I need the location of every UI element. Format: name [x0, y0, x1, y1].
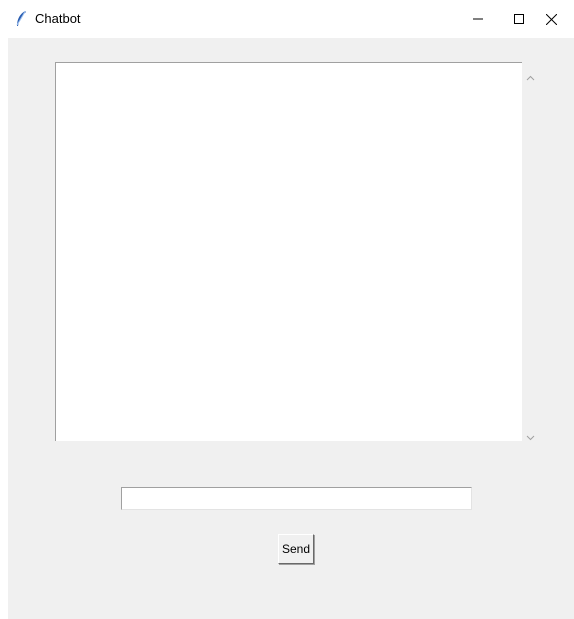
- send-button[interactable]: Send: [278, 534, 314, 564]
- minimize-icon: [473, 14, 483, 24]
- chevron-up-icon[interactable]: [526, 68, 535, 86]
- message-input[interactable]: [121, 487, 472, 510]
- maximize-icon: [514, 14, 524, 24]
- chevron-down-icon[interactable]: [526, 428, 535, 446]
- close-icon: [545, 13, 557, 25]
- minimize-button[interactable]: [455, 0, 501, 38]
- feather-icon: [14, 10, 28, 28]
- chat-log[interactable]: [55, 62, 522, 441]
- title-bar[interactable]: Chatbot: [0, 0, 574, 38]
- window-client-area: Send: [8, 38, 574, 619]
- close-button[interactable]: [528, 0, 574, 38]
- window-title: Chatbot: [35, 11, 81, 26]
- chat-log-scrollbar[interactable]: [522, 62, 539, 441]
